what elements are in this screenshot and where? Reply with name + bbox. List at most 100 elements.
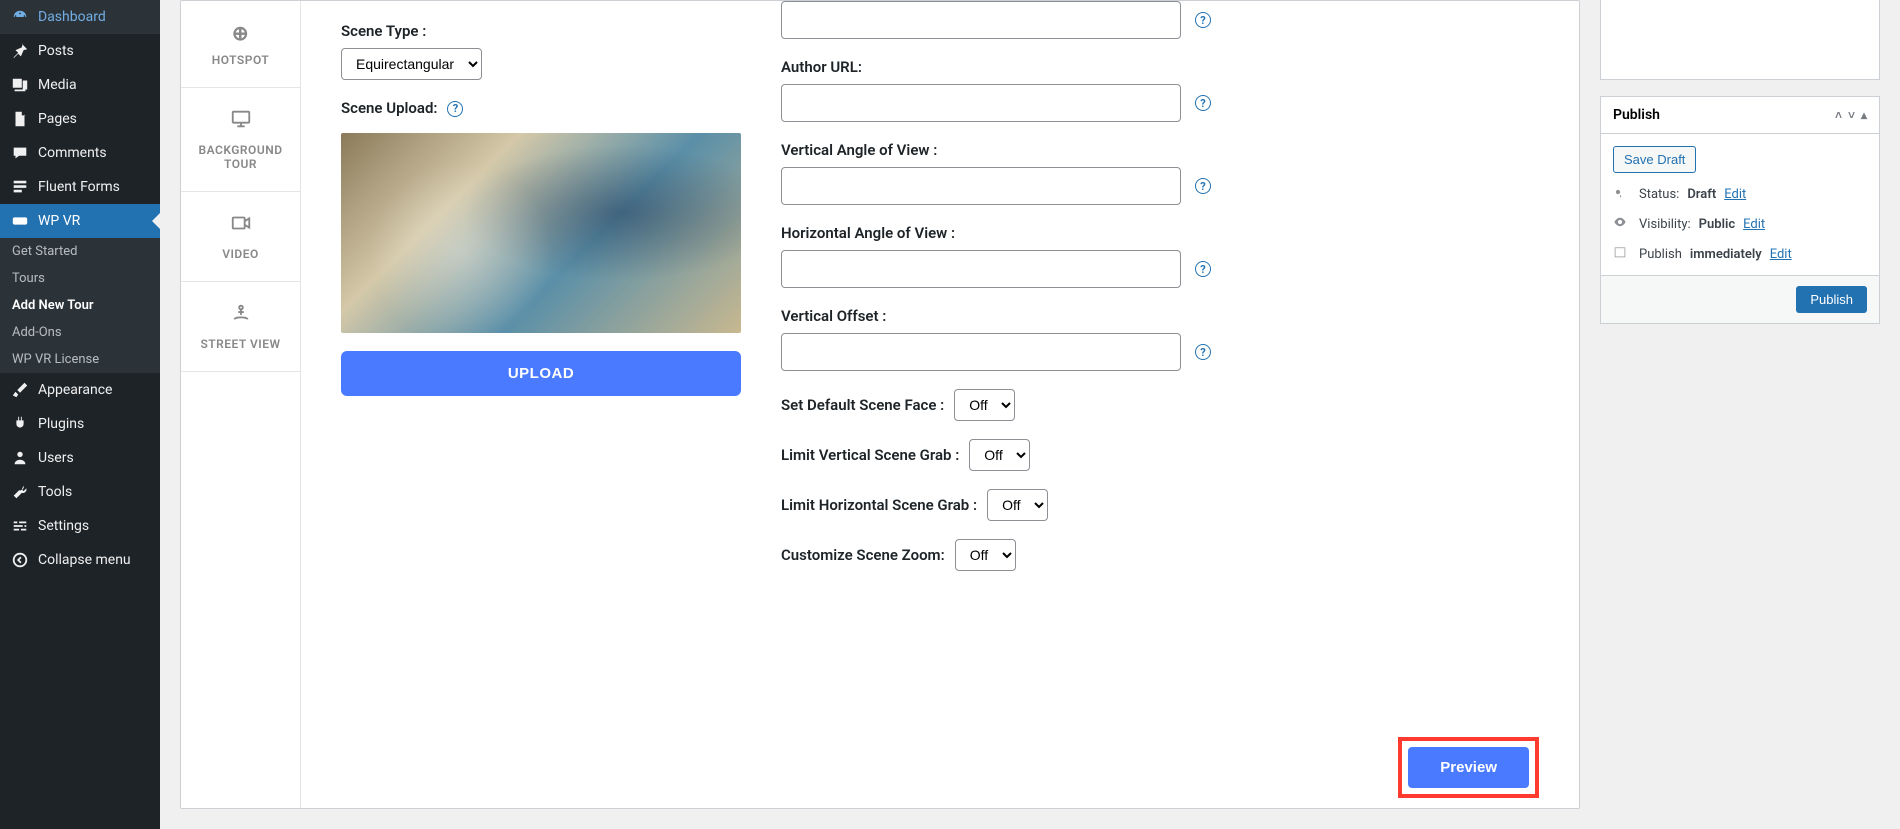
voffset-input[interactable]: [781, 333, 1181, 371]
menu-users[interactable]: Users: [0, 441, 160, 475]
menu-collapse[interactable]: Collapse menu: [0, 543, 160, 577]
video-icon: [230, 212, 252, 239]
menu-settings[interactable]: Settings: [0, 509, 160, 543]
menu-plugins[interactable]: Plugins: [0, 407, 160, 441]
status-value: Draft: [1687, 187, 1716, 202]
monitor-icon: [230, 108, 252, 135]
author-url-label: Author URL:: [781, 58, 862, 76]
tab-label: HOTSPOT: [212, 53, 270, 67]
menu-tools[interactable]: Tools: [0, 475, 160, 509]
visibility-row: Visibility: Public Edit: [1613, 215, 1867, 233]
menu-label: Appearance: [38, 382, 112, 398]
publish-header: Publish ˄ ˅ ▴: [1601, 97, 1879, 134]
main-content: ⊕ HOTSPOT BACKGROUND TOUR VIDEO STREET: [160, 0, 1900, 829]
right-sidebar: Publish ˄ ˅ ▴ Save Draft Status: Draft E…: [1600, 0, 1880, 809]
comment-icon: [10, 144, 30, 162]
tab-hotspot[interactable]: ⊕ HOTSPOT: [181, 1, 300, 88]
default-face-select[interactable]: Off: [954, 389, 1015, 421]
chevron-up-icon[interactable]: ˄: [1835, 108, 1842, 122]
info-icon[interactable]: ?: [1195, 12, 1211, 28]
schedule-label: Publish: [1639, 247, 1682, 262]
top-input[interactable]: [781, 1, 1181, 39]
menu-fluent-forms[interactable]: Fluent Forms: [0, 170, 160, 204]
menu-label: Comments: [38, 145, 107, 161]
menu-wp-vr[interactable]: WP VR: [0, 204, 160, 238]
haov-label: Horizontal Angle of View :: [781, 224, 955, 242]
limit-horizontal-select[interactable]: Off: [987, 489, 1048, 521]
dashboard-icon: [10, 8, 30, 26]
tab-street-view[interactable]: STREET VIEW: [181, 282, 300, 372]
publish-title: Publish: [1613, 107, 1660, 123]
scene-type-select[interactable]: Equirectangular: [341, 48, 482, 80]
scene-type-label: Scene Type :: [341, 22, 426, 40]
menu-label: Posts: [38, 43, 74, 59]
info-icon[interactable]: ?: [447, 101, 463, 117]
crosshair-icon: ⊕: [232, 21, 249, 45]
author-url-input[interactable]: [781, 84, 1181, 122]
chevron-down-icon[interactable]: ˅: [1848, 108, 1855, 122]
tab-background-tour[interactable]: BACKGROUND TOUR: [181, 88, 300, 192]
plug-icon: [10, 415, 30, 433]
caret-up-icon[interactable]: ▴: [1861, 108, 1867, 122]
collapse-icon: [10, 551, 30, 569]
visibility-edit-link[interactable]: Edit: [1743, 217, 1765, 232]
submenu-addons[interactable]: Add-Ons: [0, 319, 160, 346]
submenu-get-started[interactable]: Get Started: [0, 238, 160, 265]
wrench-icon: [10, 483, 30, 501]
menu-comments[interactable]: Comments: [0, 136, 160, 170]
vaov-input[interactable]: [781, 167, 1181, 205]
scene-preview-image: [341, 133, 741, 333]
menu-media[interactable]: Media: [0, 68, 160, 102]
form-icon: [10, 178, 30, 196]
info-icon[interactable]: ?: [1195, 261, 1211, 277]
vaov-label: Vertical Angle of View :: [781, 141, 937, 159]
menu-pages[interactable]: Pages: [0, 102, 160, 136]
limit-horizontal-label: Limit Horizontal Scene Grab :: [781, 496, 977, 514]
haov-input[interactable]: [781, 250, 1181, 288]
submenu-add-new-tour[interactable]: Add New Tour: [0, 292, 160, 319]
save-draft-button[interactable]: Save Draft: [1613, 146, 1696, 173]
menu-label: Media: [38, 77, 77, 93]
menu-label: Collapse menu: [38, 552, 131, 568]
voffset-label: Vertical Offset :: [781, 307, 886, 325]
pin-icon: [10, 42, 30, 60]
customize-zoom-select[interactable]: Off: [955, 539, 1016, 571]
upload-button[interactable]: UPLOAD: [341, 351, 741, 396]
tab-label: BACKGROUND TOUR: [191, 143, 290, 171]
tab-video[interactable]: VIDEO: [181, 192, 300, 282]
menu-label: Plugins: [38, 416, 84, 432]
publish-button[interactable]: Publish: [1796, 286, 1867, 313]
preview-button[interactable]: Preview: [1408, 747, 1529, 788]
menu-appearance[interactable]: Appearance: [0, 373, 160, 407]
form-area: Scene Type : Equirectangular Scene Uploa…: [301, 1, 1579, 808]
submenu-wp-vr: Get Started Tours Add New Tour Add-Ons W…: [0, 238, 160, 373]
info-icon[interactable]: ?: [1195, 95, 1211, 111]
status-row: Status: Draft Edit: [1613, 185, 1867, 203]
visibility-label: Visibility:: [1639, 217, 1691, 232]
vertical-tabs: ⊕ HOTSPOT BACKGROUND TOUR VIDEO STREET: [181, 1, 301, 808]
menu-label: Dashboard: [38, 9, 106, 25]
top-metabox: [1600, 0, 1880, 80]
schedule-value: immediately: [1690, 247, 1762, 262]
menu-dashboard[interactable]: Dashboard: [0, 0, 160, 34]
media-icon: [10, 76, 30, 94]
menu-label: Pages: [38, 111, 77, 127]
scene-upload-label: Scene Upload:: [341, 99, 438, 117]
submenu-license[interactable]: WP VR License: [0, 346, 160, 373]
submenu-tours[interactable]: Tours: [0, 265, 160, 292]
schedule-edit-link[interactable]: Edit: [1770, 247, 1792, 262]
scene-type-group: Scene Type : Equirectangular: [341, 21, 741, 80]
brush-icon: [10, 381, 30, 399]
publish-metabox: Publish ˄ ˅ ▴ Save Draft Status: Draft E…: [1600, 96, 1880, 324]
right-column: ? Author URL: ? Vertical Angle of View :…: [781, 21, 1539, 788]
menu-posts[interactable]: Posts: [0, 34, 160, 68]
customize-zoom-label: Customize Scene Zoom:: [781, 546, 945, 564]
menu-label: Tools: [38, 484, 72, 500]
preview-highlight: Preview: [1398, 737, 1539, 798]
info-icon[interactable]: ?: [1195, 178, 1211, 194]
tab-label: STREET VIEW: [200, 337, 280, 351]
status-label: Status:: [1639, 187, 1679, 202]
limit-vertical-select[interactable]: Off: [969, 439, 1030, 471]
info-icon[interactable]: ?: [1195, 344, 1211, 360]
status-edit-link[interactable]: Edit: [1724, 187, 1746, 202]
